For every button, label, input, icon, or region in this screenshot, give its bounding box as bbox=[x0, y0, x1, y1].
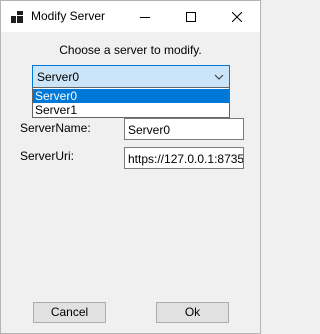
server-uri-value: https://127.0.0.1:8735 bbox=[128, 152, 244, 166]
title-bar[interactable]: Modify Server bbox=[1, 1, 260, 32]
server-name-label: ServerName: bbox=[20, 121, 91, 135]
prompt-label: Choose a server to modify. bbox=[59, 43, 202, 57]
server-option[interactable]: Server0 bbox=[33, 89, 229, 103]
minimize-button[interactable] bbox=[122, 1, 168, 32]
server-option[interactable]: Server1 bbox=[33, 103, 229, 117]
window-title: Modify Server bbox=[31, 9, 106, 23]
server-select-value: Server0 bbox=[37, 70, 80, 84]
maximize-button[interactable] bbox=[168, 1, 214, 32]
cancel-button[interactable]: Cancel bbox=[33, 302, 106, 323]
close-button[interactable] bbox=[214, 1, 260, 32]
server-name-field[interactable]: Server0 bbox=[124, 118, 244, 140]
chevron-down-icon bbox=[214, 74, 224, 80]
app-icon bbox=[11, 11, 23, 23]
server-name-value: Server0 bbox=[128, 123, 171, 137]
server-uri-label: ServerUri: bbox=[20, 149, 75, 163]
modify-server-window: Modify Server Choose a server to modify.… bbox=[0, 0, 261, 334]
close-icon bbox=[232, 11, 242, 22]
server-uri-field[interactable]: https://127.0.0.1:8735 bbox=[124, 147, 244, 169]
ok-button[interactable]: Ok bbox=[156, 302, 229, 323]
maximize-icon bbox=[186, 11, 196, 22]
minimize-icon bbox=[140, 16, 150, 18]
server-select[interactable]: Server0 bbox=[32, 65, 230, 88]
server-dropdown-list: Server0 Server1 bbox=[32, 87, 230, 118]
